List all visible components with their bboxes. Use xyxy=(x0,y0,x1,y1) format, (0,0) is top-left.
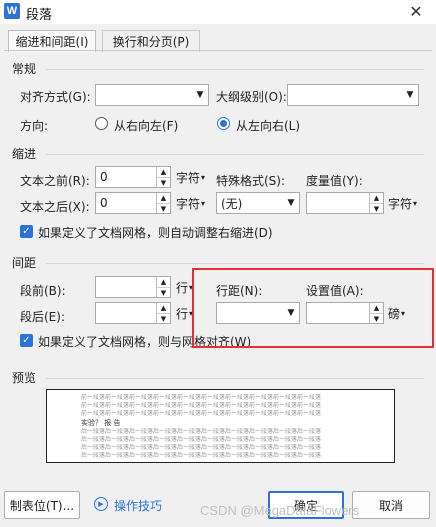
preview-prev-paragraph-line: 前一段落前一段落前一段落前一段落前一段落前一段落前一段落前一段落前一段落前一段落 xyxy=(81,410,322,417)
wps-writer-icon: W xyxy=(4,3,20,19)
indent-before-value: 0 xyxy=(100,170,108,184)
space-before-label: 段前(B): xyxy=(20,284,66,298)
measure-spinner[interactable]: ▲ ▼ xyxy=(306,192,384,214)
unit-label: 行 xyxy=(176,306,189,321)
measure-unit[interactable]: 字符 ▾ xyxy=(388,192,417,214)
cancel-button[interactable]: 取消 xyxy=(352,491,430,519)
space-after-label: 段后(E): xyxy=(20,310,65,324)
preview-next-paragraph-line: 后一段落后一段落后一段落后一段落后一段落后一段落后一段落后一段落后一段落后一段落 xyxy=(81,452,322,459)
alignment-label: 对齐方式(G): xyxy=(20,90,91,104)
outline-level-select[interactable]: ▼ xyxy=(287,84,419,106)
preview-next-paragraph-line: 后一段落后一段落后一段落后一段落后一段落后一段落后一段落后一段落后一段落后一段落 xyxy=(81,444,322,451)
caret-down-icon: ▾ xyxy=(201,172,206,182)
space-before-value xyxy=(96,277,156,297)
spin-down-icon[interactable]: ▼ xyxy=(157,178,170,188)
tab-panel-border xyxy=(4,50,432,51)
outline-level-label: 大纲级别(O): xyxy=(216,90,287,104)
preview-pane: 前一段落前一段落前一段落前一段落前一段落前一段落前一段落前一段落前一段落前一段落… xyxy=(46,389,395,463)
tab-indent-spacing[interactable]: 缩进和间距(I) xyxy=(8,30,96,52)
tab-stops-button[interactable]: 制表位(T)... xyxy=(4,491,80,519)
chevron-down-icon: ▼ xyxy=(406,90,414,100)
radio-rtl[interactable] xyxy=(95,117,108,130)
auto-adjust-label: 如果定义了文档网格，则自动调整右缩进(D) xyxy=(38,226,273,240)
space-after-unit[interactable]: 行 ▾ xyxy=(176,302,193,324)
special-format-label: 特殊格式(S): xyxy=(216,174,286,188)
unit-label: 行 xyxy=(176,280,189,295)
measure-label: 度量值(Y): xyxy=(306,174,363,188)
section-title-indent: 缩进 xyxy=(12,147,37,161)
tab-label: 换行和分页(P) xyxy=(112,35,190,49)
snap-grid-checkbox[interactable]: ✓ xyxy=(20,334,33,347)
rtl-label: 从右向左(F) xyxy=(114,119,179,133)
ltr-label: 从左向右(L) xyxy=(236,119,301,133)
space-after-value xyxy=(96,303,156,323)
section-divider xyxy=(46,263,424,264)
section-title-general: 常规 xyxy=(12,62,37,76)
spin-down-icon[interactable]: ▼ xyxy=(157,204,170,214)
unit-label: 字符 xyxy=(176,196,201,211)
spin-down-icon[interactable]: ▼ xyxy=(370,204,383,214)
indent-after-label: 文本之后(X): xyxy=(20,200,90,214)
section-divider xyxy=(46,378,424,379)
window-title: 段落 xyxy=(26,8,53,23)
spin-up-icon[interactable]: ▲ xyxy=(157,277,170,288)
unit-label: 字符 xyxy=(176,170,201,185)
section-title-spacing: 间距 xyxy=(12,256,37,270)
space-before-spinner[interactable]: ▲ ▼ xyxy=(95,276,171,298)
tab-line-page-breaks[interactable]: 换行和分页(P) xyxy=(102,30,200,52)
chevron-down-icon: ▼ xyxy=(287,198,295,208)
spin-up-icon[interactable]: ▲ xyxy=(157,167,170,178)
unit-label: 字符 xyxy=(388,196,413,211)
spin-down-icon[interactable]: ▼ xyxy=(157,314,170,324)
radio-ltr[interactable] xyxy=(217,117,230,130)
preview-sample-text: 实验？ 报 告 xyxy=(81,419,121,427)
indent-before-label: 文本之前(R): xyxy=(20,174,90,188)
section-title-preview: 预览 xyxy=(12,371,37,385)
chevron-down-icon: ▼ xyxy=(196,90,204,100)
caret-down-icon: ▾ xyxy=(413,198,418,208)
watermark-text: CSDN @MegaDataFlowers xyxy=(200,503,360,518)
preview-prev-paragraph-line: 前一段落前一段落前一段落前一段落前一段落前一段落前一段落前一段落前一段落前一段落 xyxy=(81,402,322,409)
spin-up-icon[interactable]: ▲ xyxy=(157,303,170,314)
caret-down-icon: ▾ xyxy=(201,198,206,208)
section-divider xyxy=(46,154,424,155)
title-bar xyxy=(0,0,436,24)
indent-before-spinner[interactable]: 0 ▲ ▼ xyxy=(95,166,171,188)
preview-next-paragraph-line: 后一段落后一段落后一段落后一段落后一段落后一段落后一段落后一段落后一段落后一段落 xyxy=(81,436,322,443)
tips-link[interactable]: 操作技巧 xyxy=(114,497,162,514)
annotation-highlight-box xyxy=(192,268,434,348)
special-format-select[interactable]: (无) ▼ xyxy=(216,192,300,214)
indent-after-unit[interactable]: 字符 ▾ xyxy=(176,192,205,214)
measure-value xyxy=(307,193,369,213)
indent-after-spinner[interactable]: 0 ▲ ▼ xyxy=(95,192,171,214)
play-tips-icon[interactable]: ▶ xyxy=(94,497,108,511)
space-after-spinner[interactable]: ▲ ▼ xyxy=(95,302,171,324)
spin-up-icon[interactable]: ▲ xyxy=(157,193,170,204)
spin-up-icon[interactable]: ▲ xyxy=(370,193,383,204)
close-icon[interactable]: ✕ xyxy=(406,1,426,21)
tab-label: 缩进和间距(I) xyxy=(15,35,89,49)
special-format-value: (无) xyxy=(221,196,243,211)
spin-down-icon[interactable]: ▼ xyxy=(157,288,170,298)
space-before-unit[interactable]: 行 ▾ xyxy=(176,276,193,298)
alignment-select[interactable]: ▼ xyxy=(95,84,209,106)
button-label: 取消 xyxy=(378,498,403,513)
indent-after-value: 0 xyxy=(100,196,108,210)
section-divider xyxy=(46,69,424,70)
direction-label: 方向: xyxy=(20,119,49,133)
preview-next-paragraph-line: 后一段落后一段落后一段落后一段落后一段落后一段落后一段落后一段落后一段落后一段落 xyxy=(81,428,322,435)
button-label: 制表位(T)... xyxy=(9,498,75,513)
auto-adjust-checkbox[interactable]: ✓ xyxy=(20,225,33,238)
indent-before-unit[interactable]: 字符 ▾ xyxy=(176,166,205,188)
preview-prev-paragraph-line: 前一段落前一段落前一段落前一段落前一段落前一段落前一段落前一段落前一段落前一段落 xyxy=(81,394,322,401)
